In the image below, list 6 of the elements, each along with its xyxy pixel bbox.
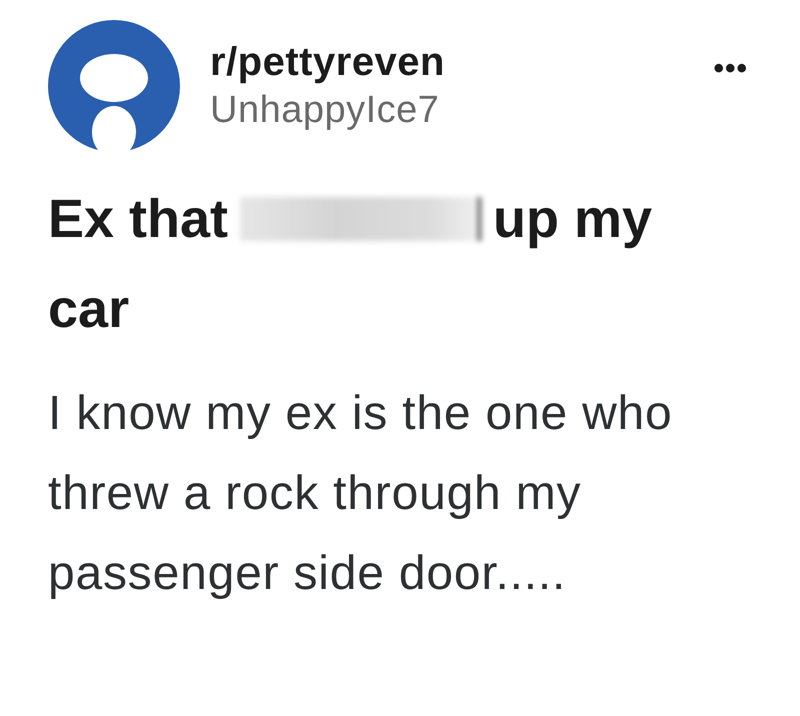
post-title: Ex that up my car — [48, 188, 654, 341]
more-options-icon[interactable]: ••• — [713, 52, 748, 86]
author-name[interactable]: UnhappyIce7 — [210, 89, 684, 132]
subreddit-name[interactable]: r/pettyreven — [210, 40, 684, 85]
avatar-icon — [48, 20, 180, 152]
post-body: I know my ex is the one who threw a rock through my passenger side door..... — [48, 386, 674, 602]
